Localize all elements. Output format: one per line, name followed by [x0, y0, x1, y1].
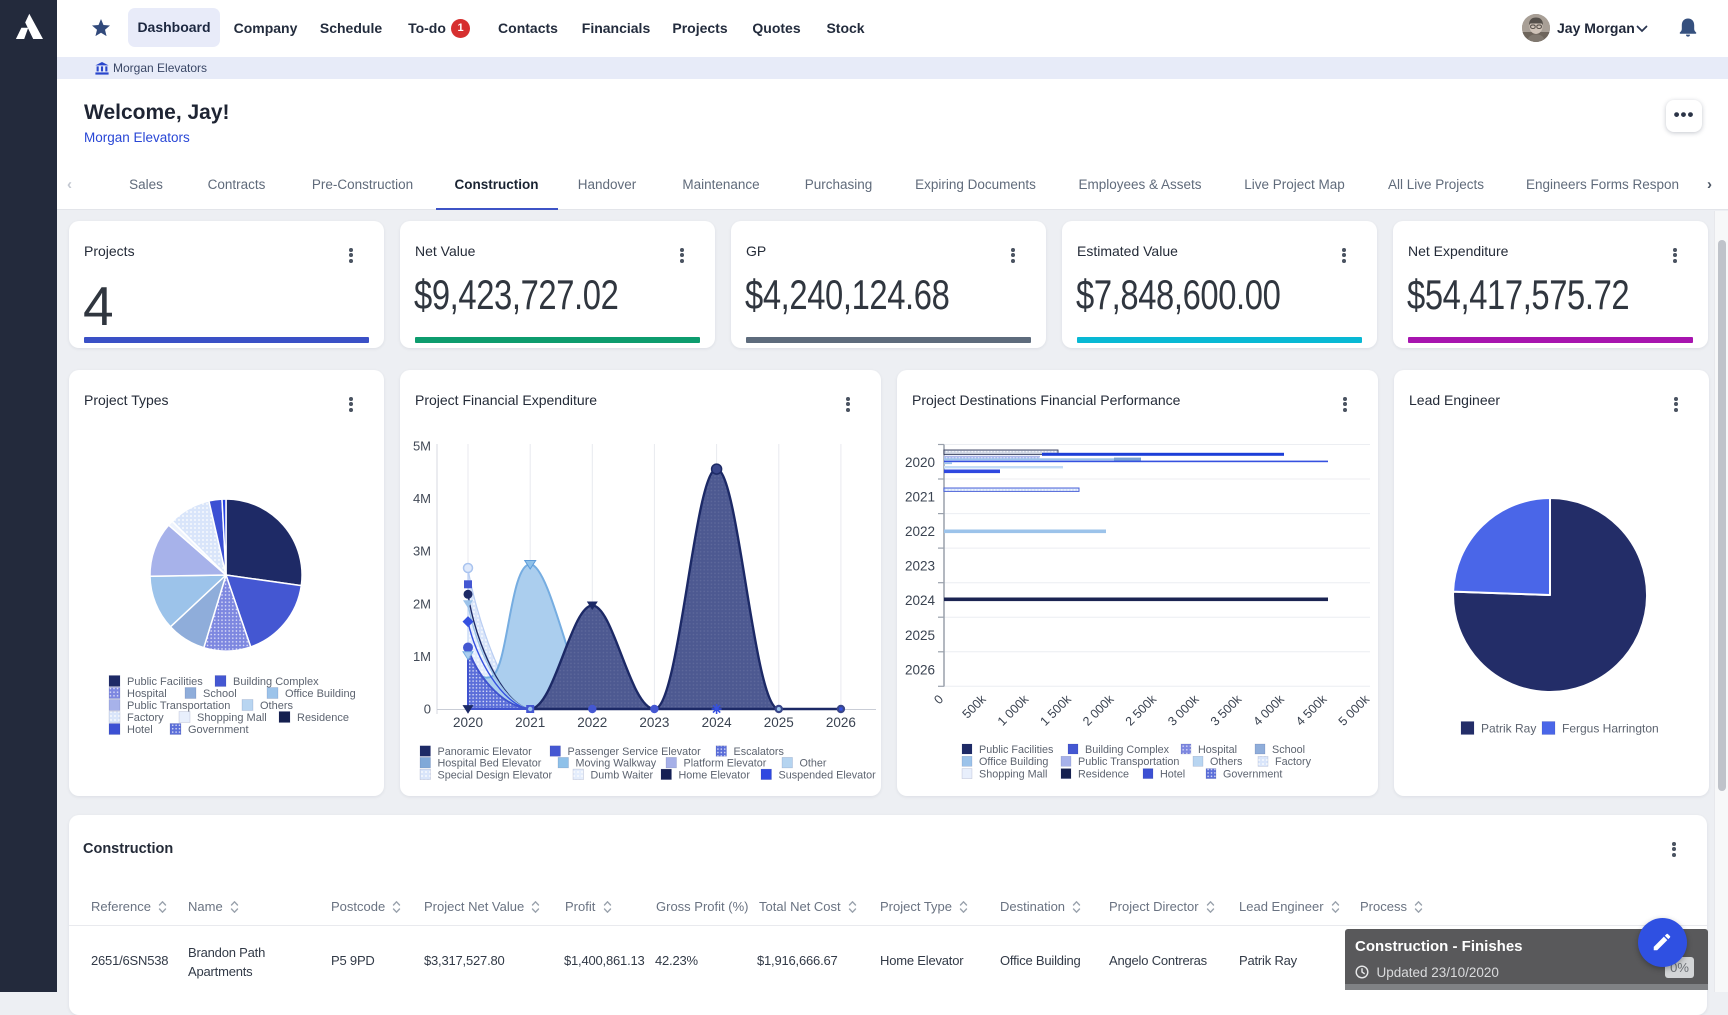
svg-text:2024: 2024	[905, 593, 936, 608]
svg-text:2022: 2022	[905, 524, 935, 539]
svg-text:2025: 2025	[764, 715, 794, 730]
svg-text:Hotel: Hotel	[1160, 769, 1185, 781]
svg-text:Escalators: Escalators	[734, 746, 785, 758]
svg-text:School: School	[1272, 744, 1305, 756]
svg-text:Hospital: Hospital	[1198, 744, 1237, 756]
svg-text:2025: 2025	[905, 628, 935, 643]
svg-text:Office Building: Office Building	[979, 756, 1048, 768]
svg-text:3 500k: 3 500k	[1208, 692, 1245, 729]
svg-text:Platform Elevator: Platform Elevator	[684, 758, 767, 770]
svg-text:Hospital Bed Elevator: Hospital Bed Elevator	[438, 758, 542, 770]
svg-text:0: 0	[931, 692, 946, 707]
svg-text:2 000k: 2 000k	[1080, 692, 1117, 729]
svg-text:4M: 4M	[413, 491, 431, 506]
svg-text:Public Facilities: Public Facilities	[127, 676, 203, 688]
svg-text:Home Elevator: Home Elevator	[679, 769, 751, 781]
svg-text:Government: Government	[188, 724, 249, 736]
svg-text:Building Complex: Building Complex	[233, 676, 319, 688]
svg-text:1 000k: 1 000k	[995, 692, 1032, 729]
svg-text:Factory: Factory	[1275, 756, 1312, 768]
svg-text:2022: 2022	[577, 715, 607, 730]
svg-text:Shopping Mall: Shopping Mall	[197, 712, 267, 724]
svg-text:5M: 5M	[413, 439, 431, 454]
svg-text:2024: 2024	[702, 715, 733, 730]
svg-text:0: 0	[424, 702, 431, 717]
svg-text:Other: Other	[800, 758, 827, 770]
svg-text:Panoramic Elevator: Panoramic Elevator	[438, 746, 533, 758]
svg-text:Hotel: Hotel	[127, 724, 153, 736]
svg-text:Dumb Waiter: Dumb Waiter	[591, 769, 654, 781]
svg-text:2020: 2020	[453, 715, 483, 730]
svg-text:2 500k: 2 500k	[1123, 692, 1160, 729]
svg-text:4 500k: 4 500k	[1293, 692, 1330, 729]
svg-text:Public Transportation: Public Transportation	[1078, 756, 1179, 768]
svg-text:2021: 2021	[905, 490, 935, 505]
svg-text:School: School	[203, 688, 237, 700]
svg-text:3M: 3M	[413, 544, 431, 559]
svg-text:Factory: Factory	[127, 712, 164, 724]
svg-text:Residence: Residence	[1078, 769, 1129, 781]
svg-text:Passenger Service Elevator: Passenger Service Elevator	[568, 746, 702, 758]
svg-text:1M: 1M	[413, 649, 431, 664]
svg-text:2M: 2M	[413, 596, 431, 611]
svg-text:2023: 2023	[639, 715, 669, 730]
svg-text:Residence: Residence	[297, 712, 349, 724]
svg-text:500k: 500k	[960, 692, 990, 722]
svg-text:Suspended Elevator: Suspended Elevator	[779, 769, 877, 781]
svg-text:2026: 2026	[905, 662, 935, 677]
svg-text:2023: 2023	[905, 559, 935, 574]
svg-text:2026: 2026	[826, 715, 856, 730]
svg-text:Shopping Mall: Shopping Mall	[979, 769, 1047, 781]
svg-text:2020: 2020	[905, 455, 935, 470]
svg-text:3 000k: 3 000k	[1165, 692, 1202, 729]
svg-text:Moving Walkway: Moving Walkway	[576, 758, 657, 770]
svg-text:Office Building: Office Building	[285, 688, 356, 700]
svg-text:Government: Government	[1223, 769, 1282, 781]
svg-text:Patrik Ray: Patrik Ray	[1481, 721, 1536, 735]
svg-text:Hospital: Hospital	[127, 688, 167, 700]
svg-text:Public Transportation: Public Transportation	[127, 700, 230, 712]
svg-text:Others: Others	[260, 700, 294, 712]
svg-text:2021: 2021	[515, 715, 545, 730]
svg-text:4 000k: 4 000k	[1250, 692, 1287, 729]
svg-text:Building Complex: Building Complex	[1085, 744, 1170, 756]
svg-text:Public Facilities: Public Facilities	[979, 744, 1054, 756]
svg-text:Others: Others	[1210, 756, 1243, 768]
svg-text:5 000k: 5 000k	[1336, 692, 1373, 729]
svg-text:Special Design Elevator: Special Design Elevator	[438, 769, 553, 781]
svg-text:1 500k: 1 500k	[1037, 692, 1074, 729]
svg-text:Fergus Harrington: Fergus Harrington	[1562, 721, 1659, 735]
